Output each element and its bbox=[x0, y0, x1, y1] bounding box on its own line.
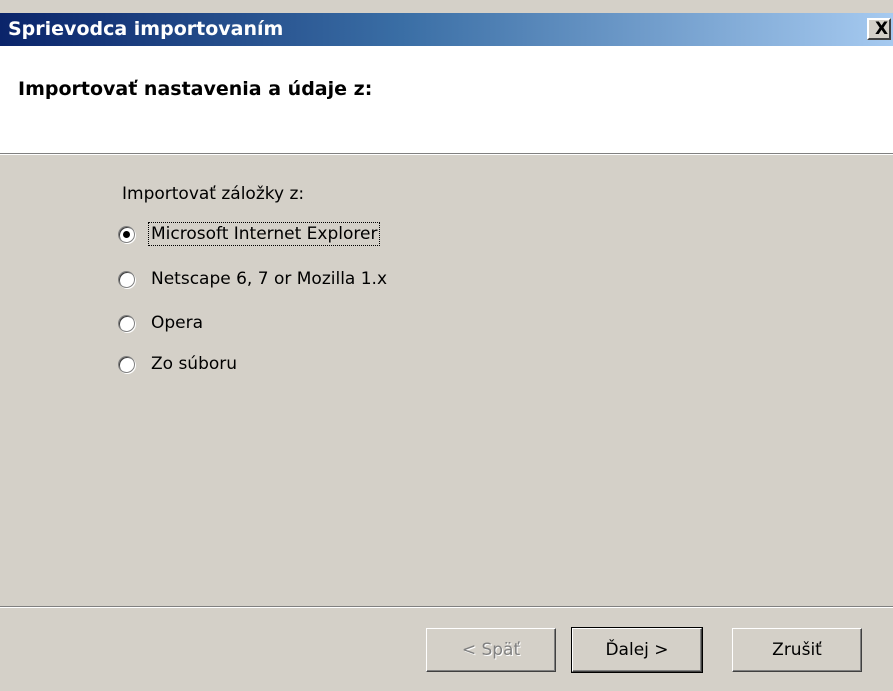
radio-selected-dot bbox=[123, 230, 130, 238]
radio-option-opera[interactable]: Opera bbox=[118, 311, 205, 335]
window-title: Sprievodca importovaním bbox=[8, 18, 284, 40]
title-bar[interactable]: Sprievodca importovaním X bbox=[0, 13, 893, 46]
import-wizard-dialog: Sprievodca importovaním X Importovať nas… bbox=[0, 0, 893, 691]
close-icon: X bbox=[875, 19, 889, 39]
radio-button[interactable] bbox=[118, 225, 135, 243]
radio-option-netscape-mozilla[interactable]: Netscape 6, 7 or Mozilla 1.x bbox=[118, 267, 389, 291]
radio-button[interactable] bbox=[118, 270, 135, 288]
radio-label: Opera bbox=[151, 313, 204, 333]
radio-option-from-file[interactable]: Zo súboru bbox=[118, 352, 239, 376]
radio-button[interactable] bbox=[118, 355, 135, 373]
radio-label: Zo súboru bbox=[151, 354, 238, 374]
page-title: Importovať nastavenia a údaje z: bbox=[18, 78, 373, 100]
radio-label: Microsoft Internet Explorer bbox=[147, 222, 381, 246]
close-button[interactable]: X bbox=[867, 18, 891, 40]
import-bookmarks-label: Importovať záložky z: bbox=[122, 184, 305, 204]
wizard-header: Importovať nastavenia a údaje z: bbox=[0, 46, 893, 153]
header-divider bbox=[0, 153, 893, 155]
radio-button[interactable] bbox=[118, 314, 135, 332]
footer-divider bbox=[0, 606, 893, 608]
radio-option-internet-explorer[interactable]: Microsoft Internet Explorer bbox=[118, 222, 381, 246]
radio-label: Netscape 6, 7 or Mozilla 1.x bbox=[151, 269, 388, 289]
back-button[interactable]: < Späť bbox=[426, 628, 556, 672]
cancel-button[interactable]: Zrušiť bbox=[732, 628, 862, 672]
next-button[interactable]: Ďalej > bbox=[571, 627, 703, 673]
